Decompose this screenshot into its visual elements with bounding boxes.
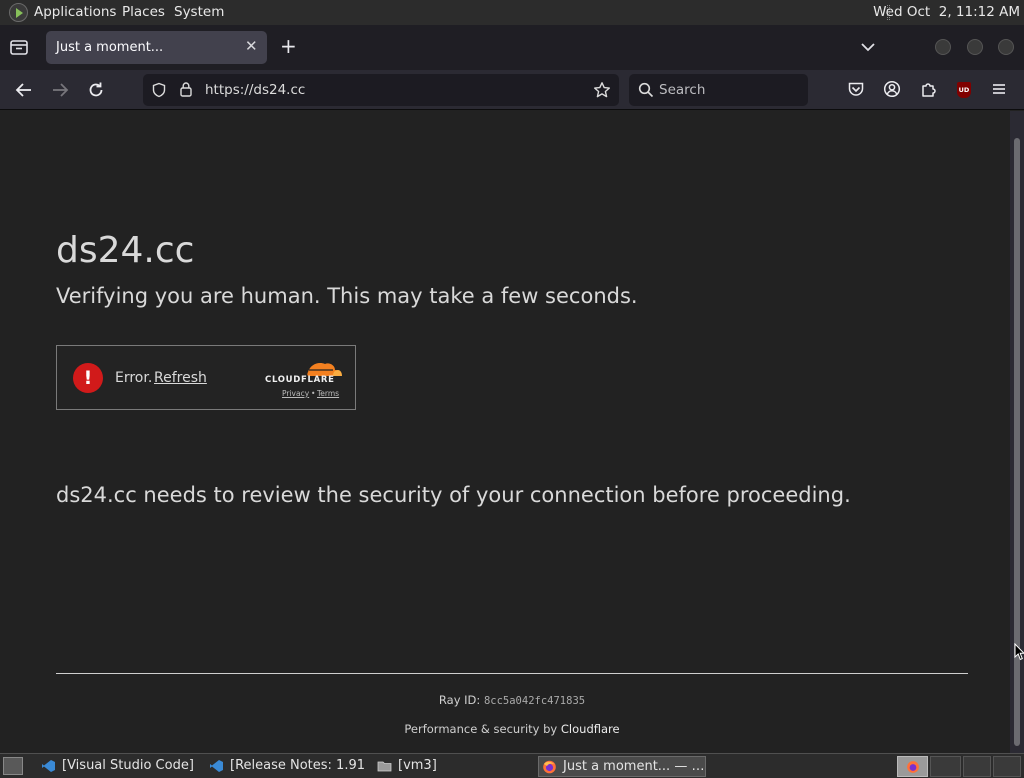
refresh-link[interactable]: Refresh xyxy=(154,370,207,386)
menu-applications[interactable]: Applications xyxy=(34,4,116,20)
ray-id-label: Ray ID: xyxy=(438,693,481,707)
pocket-icon[interactable] xyxy=(847,80,867,100)
error-label: Error. xyxy=(115,370,153,386)
vscode-icon xyxy=(42,760,55,772)
window-minimize-button[interactable] xyxy=(935,39,951,55)
top-panel: Applications Places System Wed Oct 2, 11… xyxy=(0,0,1024,25)
search-bar[interactable]: Search xyxy=(629,74,808,106)
taskbar-item-label: [Release Notes: 1.91… xyxy=(230,758,366,773)
taskbar-item-vscode[interactable]: [Visual Studio Code] xyxy=(38,756,196,777)
link-separator: • xyxy=(311,389,316,398)
menu-system[interactable]: System xyxy=(174,4,224,20)
firefox-view-icon xyxy=(10,40,28,55)
firefox-icon xyxy=(543,760,556,774)
show-desktop-icon[interactable] xyxy=(3,757,23,775)
back-arrow-icon[interactable] xyxy=(14,80,34,100)
clock[interactable]: Wed Oct 2, 11:12 AM xyxy=(873,4,1020,20)
taskbar-item-vm3[interactable]: [vm3] xyxy=(374,756,524,777)
account-icon[interactable] xyxy=(883,80,903,100)
window-maximize-button[interactable] xyxy=(967,39,983,55)
ray-id: Ray ID: 8cc5a042fc471835 xyxy=(0,693,1024,707)
workspace-1[interactable] xyxy=(897,756,928,777)
taskbar-item-label: Just a moment... — … xyxy=(563,759,705,774)
cloudflare-wordmark: CLOUDFLARE xyxy=(265,375,335,385)
vscode-icon xyxy=(210,760,223,772)
tab-strip: Just a moment... ✕ + xyxy=(0,25,1024,70)
forward-arrow-icon[interactable] xyxy=(50,80,70,100)
list-all-tabs-chevron-icon[interactable] xyxy=(860,39,876,53)
ublock-origin-icon[interactable]: UD xyxy=(957,82,971,98)
taskbar-item-firefox[interactable]: Just a moment... — … xyxy=(538,756,706,777)
new-tab-button[interactable]: + xyxy=(280,34,300,58)
mouse-cursor-icon xyxy=(1014,643,1024,661)
search-icon xyxy=(638,82,654,98)
close-tab-icon[interactable]: ✕ xyxy=(245,37,259,57)
verifying-message: Verifying you are human. This may take a… xyxy=(56,284,638,308)
url-text: https://ds24.cc xyxy=(205,82,306,98)
error-icon: ! xyxy=(73,363,103,393)
footer-divider xyxy=(56,673,968,674)
folder-icon xyxy=(377,761,392,772)
menu-places[interactable]: Places xyxy=(122,4,165,20)
hamburger-menu-icon[interactable] xyxy=(990,80,1010,100)
window-close-button[interactable] xyxy=(998,39,1014,55)
lock-icon[interactable] xyxy=(179,81,193,98)
reload-icon[interactable] xyxy=(86,80,106,100)
perf-label: Performance & security by xyxy=(404,722,558,736)
tracking-shield-icon[interactable] xyxy=(151,82,167,98)
workspace-2[interactable] xyxy=(930,756,961,777)
taskbar: [Visual Studio Code] [Release Notes: 1.9… xyxy=(0,753,1024,778)
extensions-puzzle-icon[interactable] xyxy=(920,80,940,100)
cloudflare-link[interactable]: Cloudflare xyxy=(561,722,620,736)
workspace-3[interactable] xyxy=(963,756,991,777)
performance-security-note: Performance & security by Cloudflare xyxy=(0,722,1024,736)
cloudflare-turnstile-widget: ! Error. Refresh CLOUDFLARE Privacy • Te… xyxy=(56,345,356,410)
taskbar-item-release-notes[interactable]: [Release Notes: 1.91… xyxy=(206,756,366,777)
bookmark-star-icon[interactable] xyxy=(593,81,611,99)
page-content: ds24.cc Verifying you are human. This ma… xyxy=(0,111,1010,753)
search-placeholder: Search xyxy=(659,82,706,98)
terms-link[interactable]: Terms xyxy=(317,389,339,398)
url-bar[interactable]: https://ds24.cc xyxy=(143,74,619,106)
privacy-link[interactable]: Privacy xyxy=(282,389,309,398)
taskbar-item-label: [vm3] xyxy=(398,758,437,773)
applications-logo-icon[interactable] xyxy=(9,3,28,22)
security-review-message: ds24.cc needs to review the security of … xyxy=(56,483,851,507)
tab-active[interactable]: Just a moment... ✕ xyxy=(46,31,267,64)
tab-title: Just a moment... xyxy=(56,40,164,55)
navigation-toolbar: https://ds24.cc Search UD xyxy=(0,70,1024,110)
firefox-view-button[interactable] xyxy=(8,36,30,58)
site-title: ds24.cc xyxy=(56,230,195,271)
ray-id-value: 8cc5a042fc471835 xyxy=(483,695,586,707)
taskbar-item-label: [Visual Studio Code] xyxy=(62,758,194,773)
workspace-4[interactable] xyxy=(993,756,1021,777)
firefox-icon xyxy=(907,761,919,773)
